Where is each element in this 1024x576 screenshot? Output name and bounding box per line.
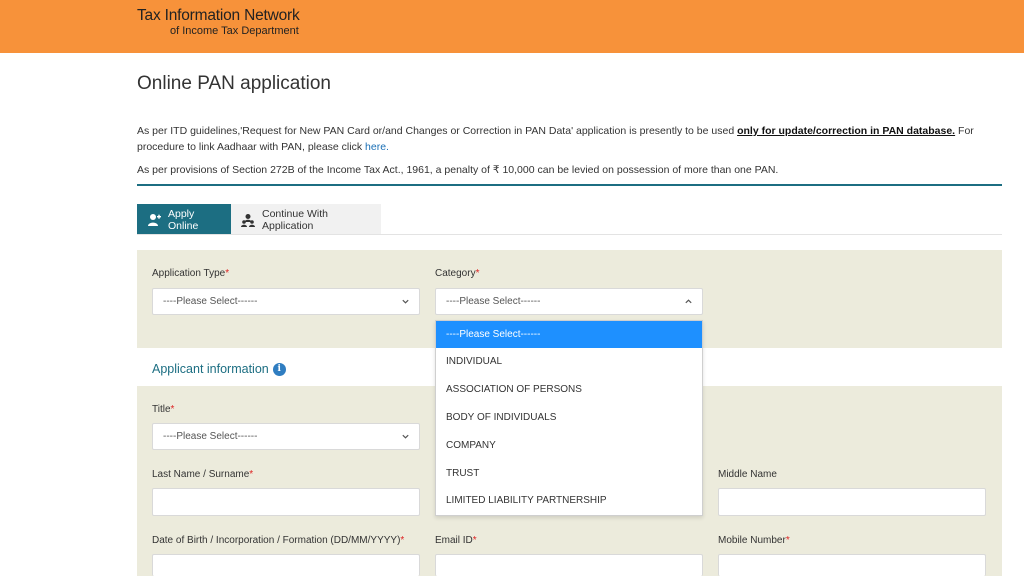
- label-text: Date of Birth / Incorporation / Formatio…: [152, 535, 401, 546]
- dob-label: Date of Birth / Incorporation / Formatio…: [152, 535, 404, 546]
- middle-name-label: Middle Name: [718, 469, 777, 480]
- email-label: Email ID*: [435, 535, 477, 546]
- users-icon: [241, 213, 255, 227]
- middle-name-input[interactable]: [718, 488, 986, 516]
- brand-subtitle: of Income Tax Department: [170, 24, 299, 37]
- tab-bar: Apply Online Continue With Application: [137, 204, 381, 235]
- site-logo[interactable]: Tax Information Network of Income Tax De…: [137, 8, 300, 37]
- required-marker: *: [400, 535, 405, 546]
- label-text: Title: [152, 404, 171, 415]
- required-marker: *: [472, 535, 477, 546]
- category-dropdown-list: ----Please Select------ INDIVIDUAL ASSOC…: [435, 320, 703, 516]
- mobile-input[interactable]: [718, 554, 986, 576]
- site-header: Tax Information Network of Income Tax De…: [0, 0, 1024, 53]
- applicant-info-heading: Applicant information i: [152, 362, 286, 376]
- penalty-notice: As per provisions of Section 272B of the…: [137, 164, 779, 176]
- tab-continue-application[interactable]: Continue With Application: [231, 204, 381, 235]
- required-marker: *: [785, 535, 790, 546]
- tab-underline: [137, 234, 1002, 235]
- last-name-label: Last Name / Surname*: [152, 469, 253, 480]
- guideline-notice: As per ITD guidelines,'Request for New P…: [137, 123, 1003, 155]
- label-text: Category: [435, 268, 476, 279]
- mobile-label: Mobile Number*: [718, 535, 790, 546]
- label-text: Last Name / Surname: [152, 469, 250, 480]
- label-text: Mobile Number: [718, 535, 786, 546]
- tab-label: Apply Online: [168, 207, 199, 232]
- user-plus-icon: [147, 213, 161, 227]
- application-type-select[interactable]: ----Please Select------: [152, 288, 420, 315]
- chevron-up-icon: [685, 299, 692, 304]
- select-value: ----Please Select------: [163, 431, 258, 442]
- required-marker: *: [475, 268, 480, 279]
- dropdown-option[interactable]: LIMITED LIABILITY PARTNERSHIP: [436, 487, 702, 515]
- category-select[interactable]: ----Please Select------: [435, 288, 703, 315]
- brand-title: Tax Information Network: [137, 7, 300, 24]
- chevron-down-icon: [402, 434, 409, 439]
- dropdown-option[interactable]: COMPANY: [436, 431, 702, 459]
- label-text: Middle Name: [718, 469, 777, 480]
- category-label: Category*: [435, 268, 479, 279]
- info-icon[interactable]: i: [272, 362, 286, 376]
- required-marker: *: [225, 268, 230, 279]
- last-name-input[interactable]: [152, 488, 420, 516]
- dropdown-option[interactable]: INDIVIDUAL: [436, 348, 702, 376]
- title-select[interactable]: ----Please Select------: [152, 423, 420, 450]
- application-type-label: Application Type*: [152, 268, 229, 279]
- guideline-emphasis: only for update/correction in PAN databa…: [737, 125, 956, 137]
- dropdown-option[interactable]: TRUST: [436, 459, 702, 487]
- guideline-text: As per ITD guidelines,'Request for New P…: [137, 125, 738, 137]
- label-text: Application Type: [152, 268, 226, 279]
- divider: [137, 184, 1002, 186]
- select-value: ----Please Select------: [163, 296, 258, 307]
- title-label: Title*: [152, 404, 174, 415]
- aadhaar-link[interactable]: here.: [365, 141, 389, 153]
- dob-input[interactable]: [152, 554, 420, 576]
- select-value: ----Please Select------: [446, 296, 541, 307]
- required-marker: *: [170, 404, 175, 415]
- dropdown-option[interactable]: BODY OF INDIVIDUALS: [436, 404, 702, 432]
- tab-label: Continue With Application: [262, 207, 328, 232]
- dropdown-option[interactable]: ASSOCIATION OF PERSONS: [436, 376, 702, 404]
- required-marker: *: [249, 469, 254, 480]
- dropdown-option[interactable]: ----Please Select------: [436, 321, 702, 348]
- email-input[interactable]: [435, 554, 703, 576]
- tab-apply-online[interactable]: Apply Online: [137, 204, 231, 235]
- page-title: Online PAN application: [137, 73, 331, 94]
- section-title-text: Applicant information: [152, 362, 269, 376]
- chevron-down-icon: [402, 299, 409, 304]
- label-text: Email ID: [435, 535, 473, 546]
